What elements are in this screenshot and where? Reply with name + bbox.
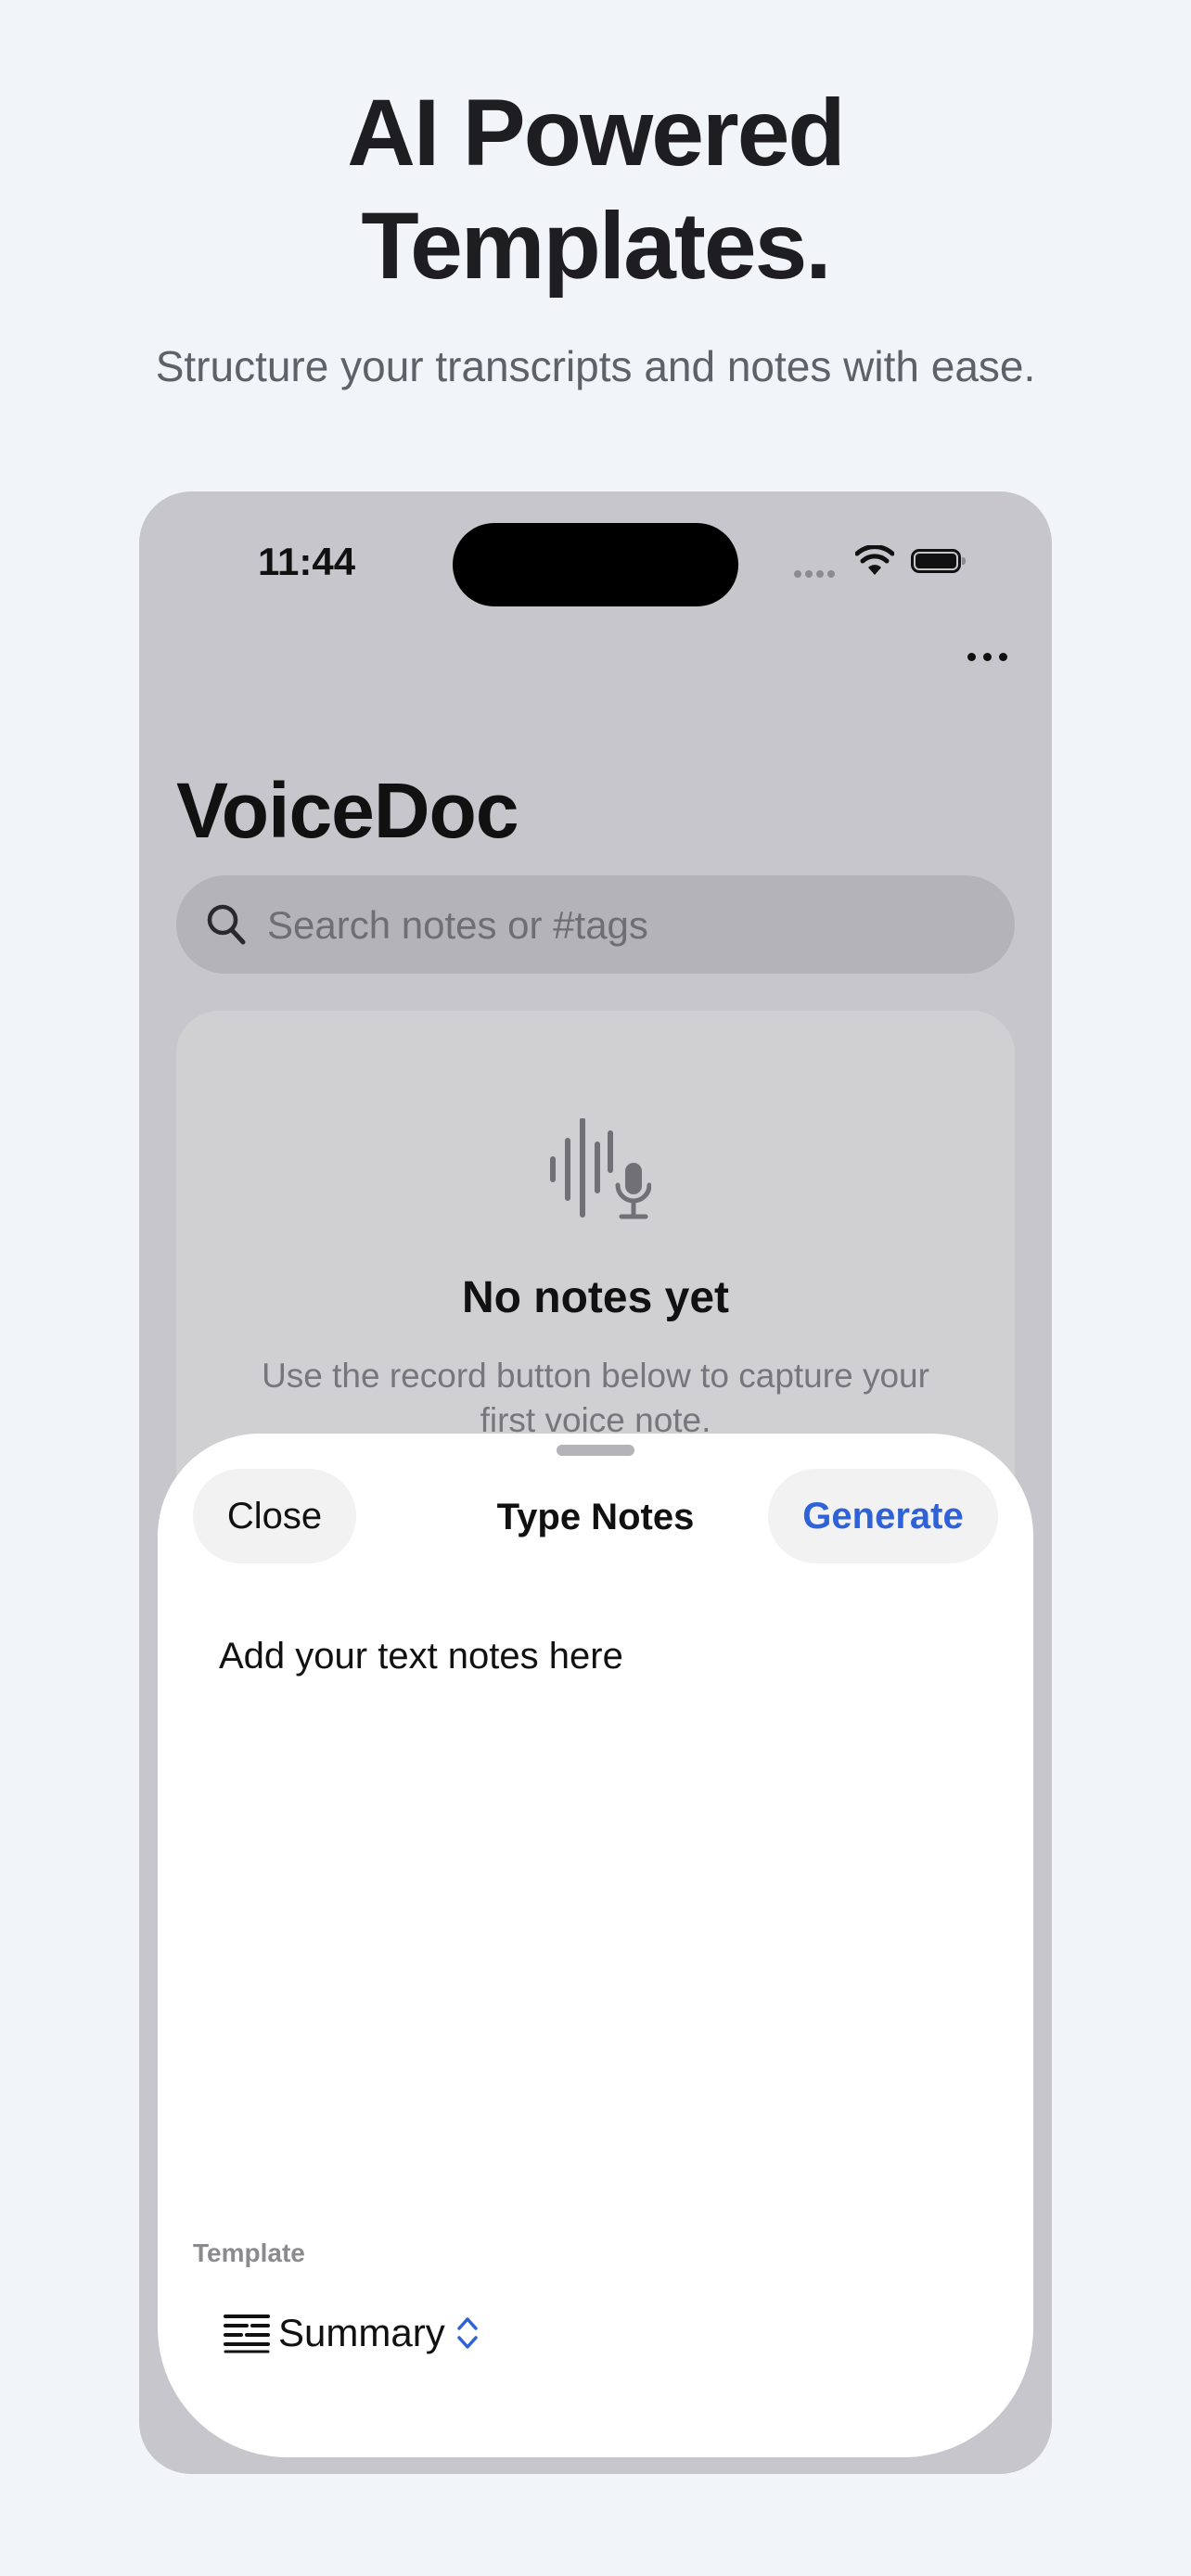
more-options-button[interactable] [957, 627, 1017, 686]
waveform-microphone-icon [550, 1118, 651, 1219]
wifi-icon [855, 545, 894, 575]
search-bar[interactable] [176, 875, 1015, 976]
empty-state-description: Use the record button below to capture y… [262, 1357, 929, 1439]
notes-text-area[interactable] [219, 1636, 980, 2192]
empty-state-title: No notes yet [461, 1273, 730, 1322]
search-icon [207, 904, 246, 945]
search-input[interactable] [265, 875, 992, 976]
phone-screen: 11:44 VoiceDoc Search notes or #tags No … [139, 491, 1052, 2474]
status-time: 11:44 [258, 540, 356, 583]
marketing-headline: AI Powered Templates. [0, 76, 1191, 302]
generate-button[interactable]: Generate [768, 1469, 998, 1563]
headline-line-1: AI Powered [347, 80, 845, 185]
template-picker[interactable]: Summary [223, 2305, 479, 2361]
marketing-subtitle: Structure your transcripts and notes wit… [155, 342, 1036, 390]
dynamic-island [453, 523, 738, 606]
battery-icon [911, 549, 966, 573]
type-notes-sheet: Close Type Notes Generate Template Summa… [158, 1434, 1033, 2457]
headline-line-2: Templates. [361, 193, 831, 299]
template-value: Summary [278, 2311, 445, 2354]
ellipsis-icon [967, 652, 976, 661]
app-title: VoiceDoc [176, 767, 519, 854]
status-icons [788, 545, 974, 579]
sheet-grabber[interactable] [557, 1445, 634, 1456]
close-button[interactable]: Close [193, 1469, 356, 1563]
cellular-signal-icon [794, 566, 839, 582]
template-label: Template [193, 2238, 305, 2267]
text-lines-icon [224, 2315, 270, 2353]
chevron-up-down-icon [456, 2317, 478, 2349]
